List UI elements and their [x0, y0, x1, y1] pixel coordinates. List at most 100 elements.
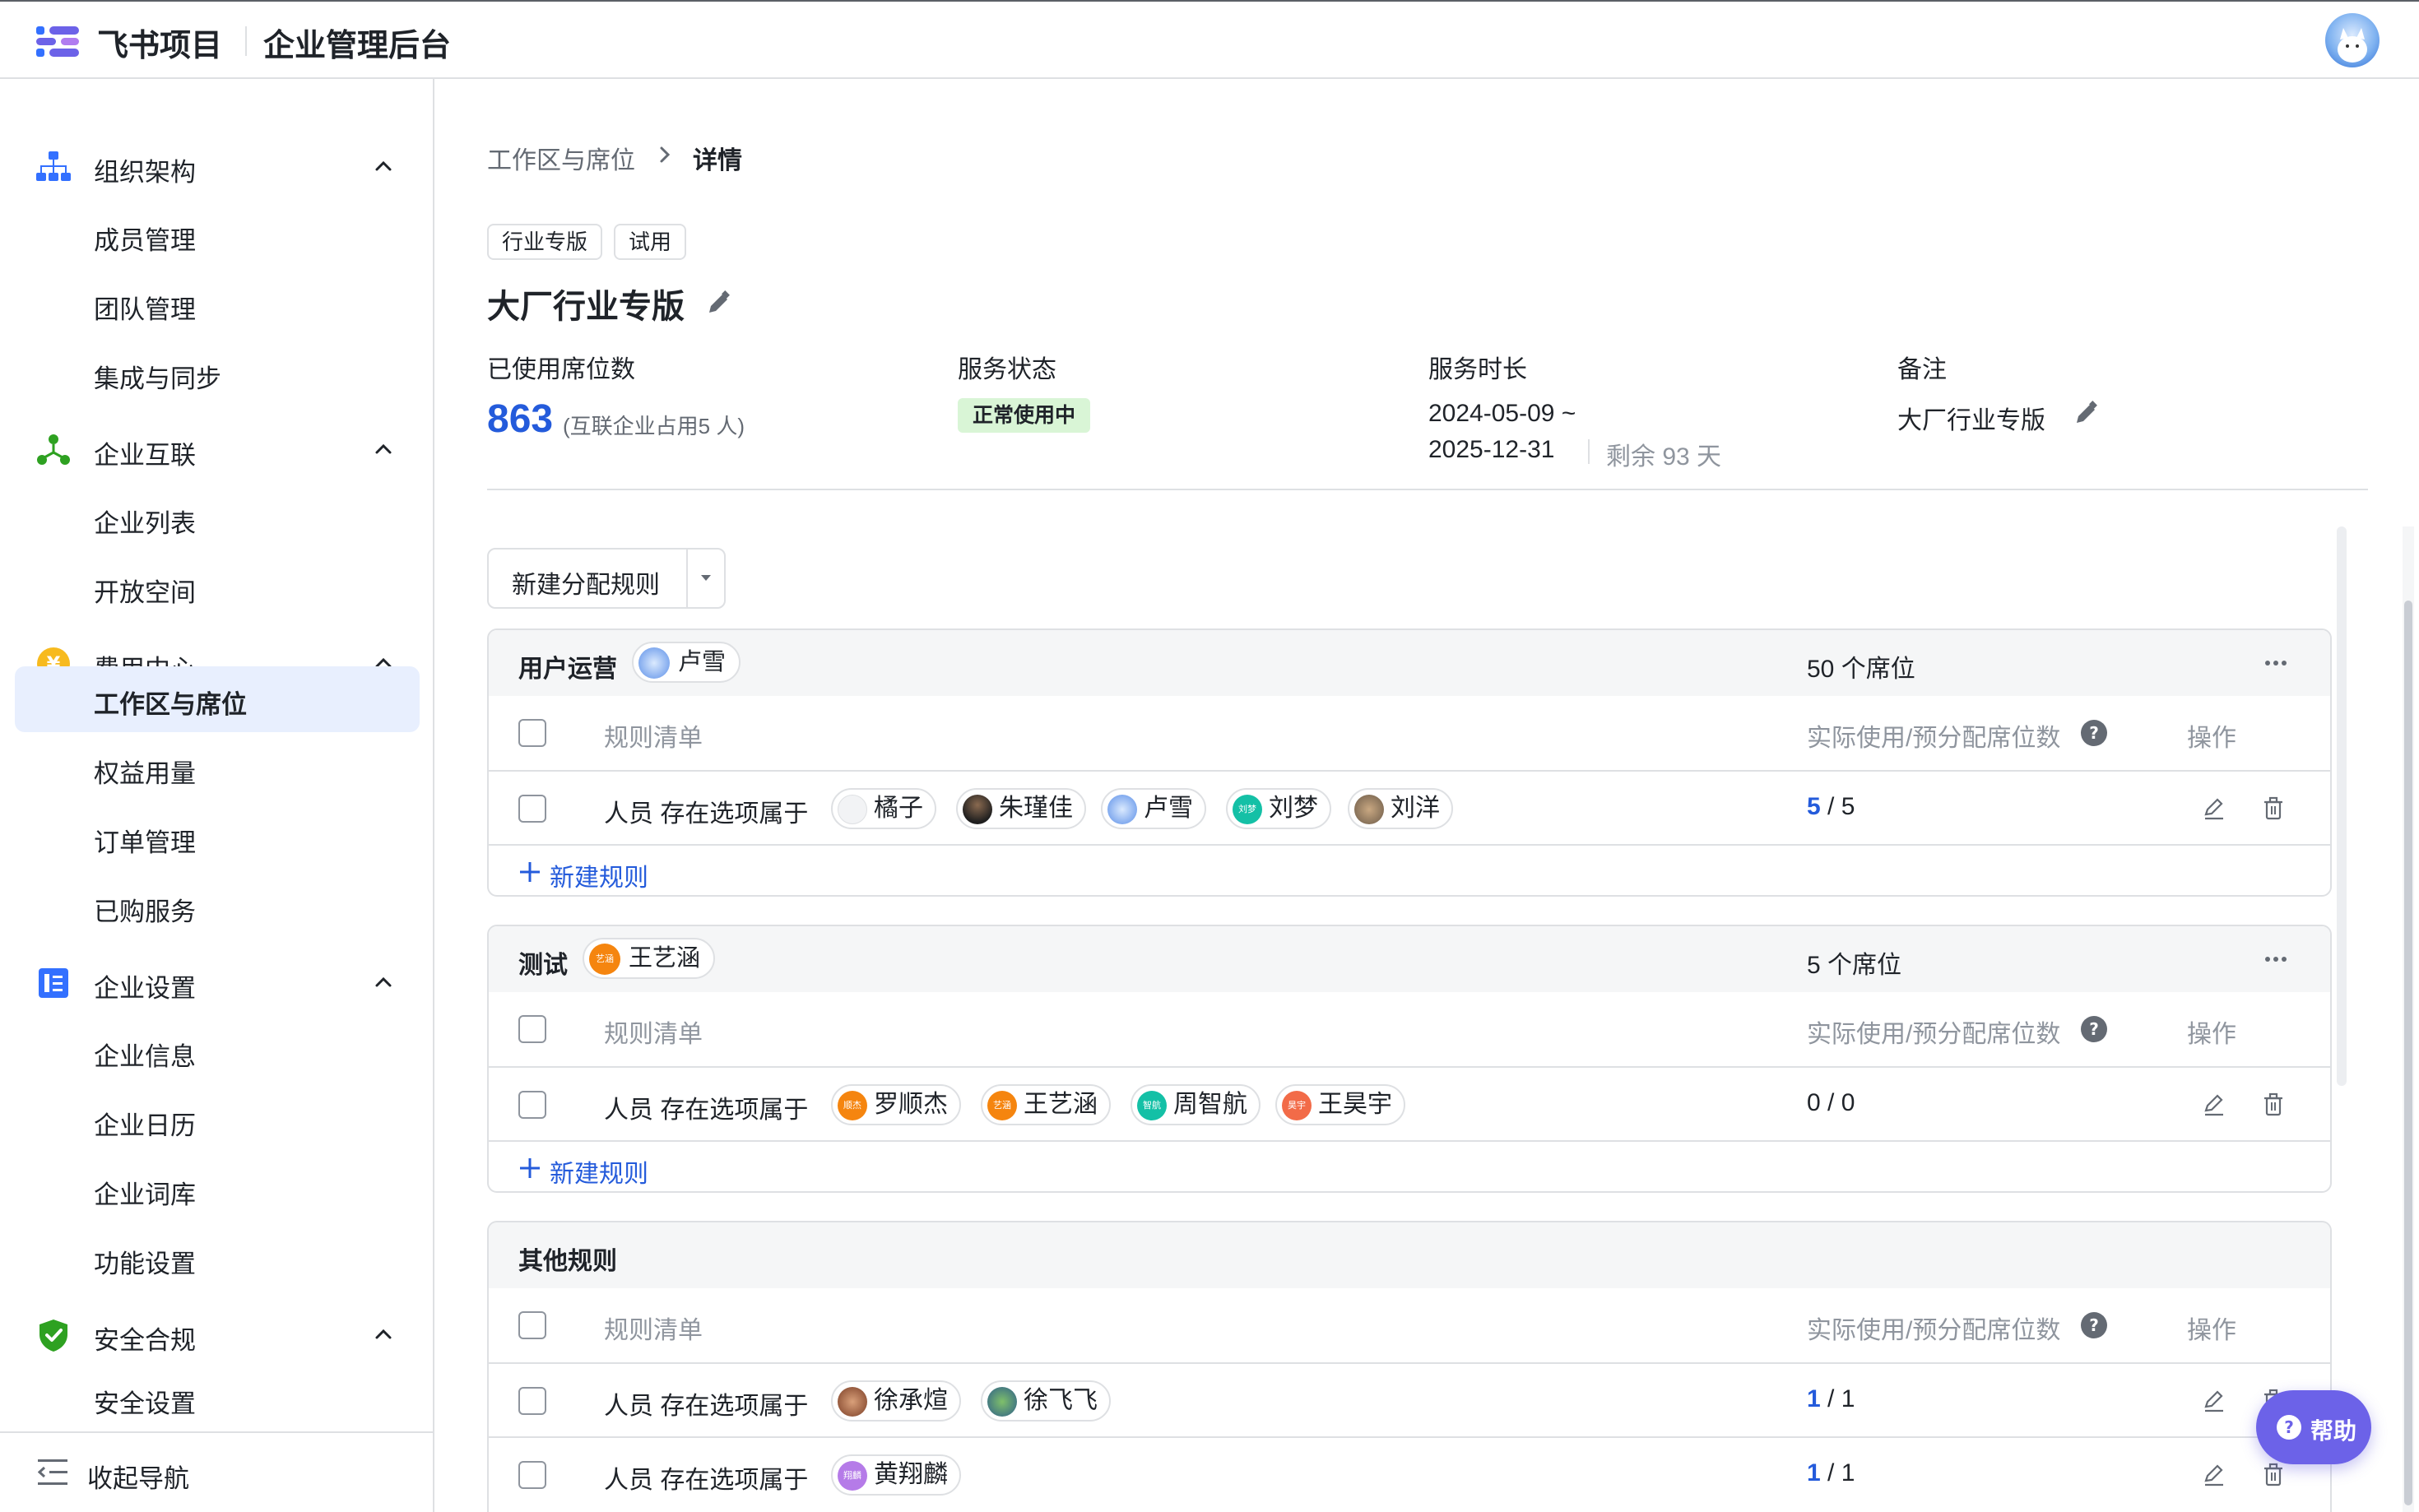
member-name: 卢雪	[1144, 795, 1193, 822]
edit-icon[interactable]	[2200, 1387, 2228, 1415]
new-allocation-rule-button[interactable]: 新建分配规则	[487, 548, 726, 609]
sidebar-item-integration[interactable]: 集成与同步	[15, 341, 420, 406]
rule-card-name: 用户运营	[518, 656, 617, 683]
content-scrollbar[interactable]	[2337, 526, 2347, 1086]
sidebar-item-purchased[interactable]: 已购服务	[15, 874, 420, 939]
edit-icon[interactable]	[2200, 1461, 2228, 1489]
edit-icon[interactable]	[2200, 1091, 2228, 1119]
sidebar-group-enterprise-connect[interactable]: 企业互联	[0, 416, 434, 482]
more-options-icon[interactable]	[2259, 647, 2292, 679]
sidebar: 组织架构 成员管理 团队管理 集成与同步 企业互联 企业列表 开放空间 ¥ 费用…	[0, 79, 434, 1512]
caret-down-icon[interactable]	[696, 568, 716, 587]
avatar: 翔麟	[838, 1461, 867, 1491]
add-rule-row: 新建规则	[489, 1140, 2330, 1191]
member-name: 徐承煊	[874, 1387, 948, 1414]
sidebar-item-label: 订单管理	[94, 828, 196, 857]
sidebar-item-label: 企业词库	[94, 1180, 196, 1209]
collapse-nav-button[interactable]: 收起导航	[0, 1431, 433, 1512]
member-chip: 徐承煊	[831, 1380, 961, 1422]
help-question-icon[interactable]: ?	[2080, 719, 2108, 747]
allocated-seats: / 1	[1820, 1385, 1855, 1412]
user-avatar[interactable]	[2325, 13, 2380, 67]
avatar: 智航	[1137, 1091, 1167, 1120]
sidebar-item-security-settings[interactable]: 安全设置	[15, 1366, 420, 1431]
sidebar-item-teams[interactable]: 团队管理	[15, 271, 420, 337]
date-divider	[1588, 439, 1590, 464]
rule-condition: 人员 存在选项属于	[604, 1097, 809, 1124]
top-header: 飞书项目 企业管理后台	[0, 0, 2419, 79]
sidebar-item-open-space[interactable]: 开放空间	[15, 554, 420, 620]
svg-text:?: ?	[2284, 1417, 2294, 1437]
sidebar-item-label: 企业列表	[94, 509, 196, 538]
breadcrumb-parent[interactable]: 工作区与席位	[487, 140, 635, 176]
sidebar-item-members[interactable]: 成员管理	[15, 202, 420, 268]
remaining-days: 剩余 93 天	[1606, 443, 1722, 471]
duration-label: 服务时长	[1428, 356, 1527, 383]
owner-chip[interactable]: 卢雪	[632, 642, 741, 683]
sidebar-item-orders[interactable]: 订单管理	[15, 805, 420, 870]
add-rule-label: 新建规则	[550, 1161, 648, 1188]
delete-trash-icon[interactable]	[2259, 1461, 2287, 1489]
add-rule-button[interactable]: 新建规则	[518, 852, 765, 893]
product-name[interactable]: 飞书项目	[97, 20, 222, 65]
column-header-usage: 实际使用/预分配席位数	[1807, 1317, 2061, 1344]
add-rule-row: 新建规则	[489, 844, 2330, 895]
help-label: 帮助	[2310, 1418, 2357, 1444]
sidebar-item-calendar[interactable]: 企业日历	[15, 1088, 420, 1153]
sidebar-item-enterprise-list[interactable]: 企业列表	[15, 485, 420, 551]
row-checkbox[interactable]	[518, 1461, 546, 1489]
select-all-checkbox[interactable]	[518, 1015, 546, 1043]
plus-icon	[520, 862, 540, 882]
help-question-icon[interactable]: ?	[2080, 1311, 2108, 1339]
seat-usage: 1 / 1	[1807, 1385, 1855, 1413]
select-all-checkbox[interactable]	[518, 719, 546, 747]
sidebar-group-settings[interactable]: 企业设置	[0, 949, 434, 1015]
rule-card-name: 其他规则	[518, 1248, 617, 1275]
delete-trash-icon[interactable]	[2259, 1091, 2287, 1119]
sidebar-item-label: 企业信息	[94, 1042, 196, 1071]
member-name: 刘洋	[1391, 795, 1440, 822]
table-row: 人员 存在选项属于 橘子 朱瑾佳 卢雪 刘梦 刘梦 刘洋 5 / 5	[489, 770, 2330, 844]
select-all-checkbox[interactable]	[518, 1311, 546, 1339]
edit-pencil-icon[interactable]	[704, 290, 732, 318]
more-options-icon[interactable]	[2259, 943, 2292, 976]
edit-icon[interactable]	[2200, 795, 2228, 823]
org-chart-icon	[36, 151, 71, 181]
sidebar-group-label: 企业互联	[94, 441, 196, 470]
row-checkbox[interactable]	[518, 1091, 546, 1119]
sidebar-item-enterprise-info[interactable]: 企业信息	[15, 1018, 420, 1084]
chevron-up-icon	[375, 1329, 392, 1339]
sidebar-item-workspace-seats[interactable]: 工作区与席位	[15, 666, 420, 732]
edit-pencil-icon[interactable]	[2072, 400, 2100, 428]
chevron-up-icon	[375, 976, 392, 987]
member-name: 王艺涵	[1024, 1091, 1098, 1118]
avatar	[838, 795, 867, 824]
member-chip: 卢雪	[1101, 788, 1206, 829]
help-question-icon[interactable]: ?	[2080, 1015, 2108, 1043]
row-checkbox[interactable]	[518, 795, 546, 823]
sidebar-item-glossary[interactable]: 企业词库	[15, 1157, 420, 1222]
header-divider	[245, 26, 247, 56]
sidebar-item-features[interactable]: 功能设置	[15, 1226, 420, 1292]
service-start-date: 2024-05-09 ~	[1428, 400, 1576, 427]
row-checkbox[interactable]	[518, 1387, 546, 1415]
sidebar-item-label: 安全设置	[94, 1389, 196, 1418]
seats-label: 已使用席位数	[487, 356, 635, 383]
help-button[interactable]: ? 帮助	[2256, 1390, 2371, 1464]
allocated-seats: / 0	[1820, 1089, 1855, 1116]
owner-chip[interactable]: 艺涵 王艺涵	[583, 938, 716, 979]
rule-card: 用户运营 卢雪 50 个席位 规则清单 实际使用/预分配席位数 ? 操作 人员 …	[487, 628, 2332, 897]
seat-total: 5 个席位	[1807, 952, 1902, 979]
sidebar-item-usage[interactable]: 权益用量	[15, 735, 420, 801]
delete-trash-icon[interactable]	[2259, 795, 2287, 823]
member-name: 周智航	[1173, 1091, 1247, 1118]
chevron-right-icon	[660, 146, 671, 163]
member-chip: 昊宇 王昊宇	[1275, 1084, 1405, 1125]
sidebar-group-org[interactable]: 组织架构	[0, 133, 434, 199]
sidebar-group-security[interactable]: 安全合规	[0, 1301, 434, 1367]
split-divider	[686, 550, 688, 607]
column-header-rule: 规则清单	[604, 725, 703, 752]
breadcrumb-current: 详情	[693, 147, 742, 174]
add-rule-button[interactable]: 新建规则	[518, 1148, 765, 1190]
page-scrollbar-thumb[interactable]	[2404, 601, 2412, 1505]
